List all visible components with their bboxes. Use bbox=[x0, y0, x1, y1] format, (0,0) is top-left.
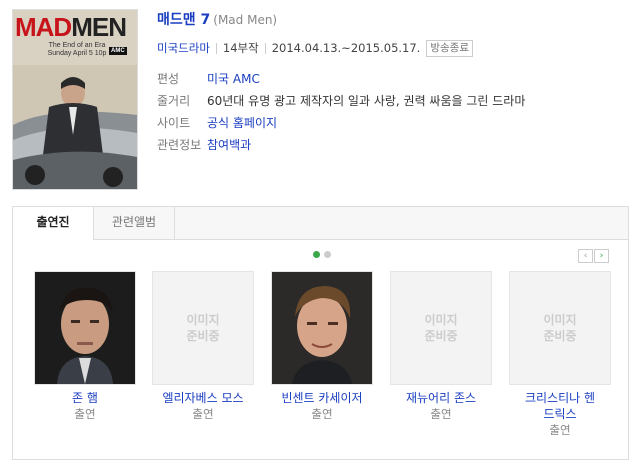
cast-photo[interactable] bbox=[34, 271, 136, 385]
cast-card[interactable]: 이미지 준비중 재뉴어리 존스 출연 bbox=[389, 271, 493, 422]
cast-name[interactable]: 크리스티나 헨드릭스 bbox=[520, 390, 600, 422]
tab-related-albums[interactable]: 관련앨범 bbox=[94, 207, 175, 239]
page-dot[interactable] bbox=[324, 251, 331, 258]
episode-count: 14부작 bbox=[222, 41, 259, 55]
prev-arrow-icon[interactable]: ‹ bbox=[578, 249, 593, 263]
info-row-site: 사이트 공식 홈페이지 bbox=[157, 113, 525, 135]
poster-tagline: The End of an Era Sunday April 5 10p bbox=[47, 42, 107, 57]
info-label: 관련정보 bbox=[157, 138, 202, 152]
related-info-link[interactable]: 참여백과 bbox=[207, 135, 251, 157]
poster-logo: MADMEN bbox=[15, 12, 127, 42]
placeholder-text: 이미지 준비중 bbox=[543, 313, 577, 343]
official-site-link[interactable]: 공식 홈페이지 bbox=[207, 113, 277, 135]
divider bbox=[215, 42, 217, 54]
cast-card[interactable]: 존 햄 출연 bbox=[33, 271, 137, 422]
info-row-related: 관련정보 참여백과 bbox=[157, 135, 525, 157]
info-label: 사이트 bbox=[157, 116, 191, 130]
placeholder-text: 이미지 준비중 bbox=[424, 313, 458, 343]
cast-name[interactable]: 빈센트 카세이저 bbox=[270, 390, 374, 406]
info-row-synopsis: 줄거리 60년대 유명 광고 제작자의 일과 사랑, 권력 싸움을 그린 드라마 bbox=[157, 91, 525, 113]
cast-role: 출연 bbox=[74, 407, 96, 421]
show-info: 편성 미국 AMC 줄거리 60년대 유명 광고 제작자의 일과 사랑, 권력 … bbox=[157, 69, 525, 157]
cast-name[interactable]: 존 햄 bbox=[33, 390, 137, 406]
genre-link[interactable]: 미국드라마 bbox=[157, 40, 210, 56]
cast-role: 출연 bbox=[549, 423, 571, 437]
cast-card[interactable]: 이미지 준비중 엘리자베스 모스 출연 bbox=[151, 271, 255, 422]
info-row-broadcaster: 편성 미국 AMC bbox=[157, 69, 525, 91]
cast-role: 출연 bbox=[430, 407, 452, 421]
status-badge: 방송종료 bbox=[426, 39, 473, 57]
cast-name[interactable]: 재뉴어리 존스 bbox=[389, 390, 493, 406]
cast-card[interactable]: 이미지 준비중 크리스티나 헨드릭스 출연 bbox=[508, 271, 612, 438]
cast-role: 출연 bbox=[192, 407, 214, 421]
info-label: 줄거리 bbox=[157, 94, 191, 108]
page-dot-active[interactable] bbox=[313, 251, 320, 258]
cast-card[interactable]: 빈센트 카세이저 출연 bbox=[270, 271, 374, 422]
synopsis-text: 60년대 유명 광고 제작자의 일과 사랑, 권력 싸움을 그린 드라마 bbox=[207, 94, 526, 108]
next-arrow-icon[interactable]: › bbox=[594, 249, 609, 263]
tab-cast[interactable]: 출연진 bbox=[13, 207, 94, 240]
broadcaster-link[interactable]: 미국 AMC bbox=[207, 69, 260, 91]
cast-name[interactable]: 엘리자베스 모스 bbox=[151, 390, 255, 406]
cast-panel: 출연진 관련앨범 ‹ › 존 햄 출연 이미지 준비중 엘리자베스 모스 출연 … bbox=[12, 206, 629, 460]
show-title-row: 매드맨 7 (Mad Men) bbox=[157, 9, 277, 29]
cast-photo-placeholder[interactable]: 이미지 준비중 bbox=[509, 271, 611, 385]
divider bbox=[264, 42, 266, 54]
cast-role: 출연 bbox=[311, 407, 333, 421]
poster-artwork bbox=[13, 65, 137, 189]
page-indicator bbox=[313, 251, 331, 258]
cast-photo-placeholder[interactable]: 이미지 준비중 bbox=[390, 271, 492, 385]
cast-photo[interactable] bbox=[271, 271, 373, 385]
placeholder-text: 이미지 준비중 bbox=[186, 313, 220, 343]
air-dates: 2014.04.13.~2015.05.17. bbox=[271, 41, 421, 55]
show-poster[interactable]: MADMEN The End of an Era Sunday April 5 … bbox=[12, 9, 138, 190]
show-meta: 미국드라마 14부작 2014.04.13.~2015.05.17. 방송종료 bbox=[157, 39, 473, 57]
show-original-title: (Mad Men) bbox=[213, 13, 278, 27]
info-label: 편성 bbox=[157, 72, 180, 86]
poster-network-badge: AMC bbox=[109, 47, 127, 55]
show-title[interactable]: 매드맨 7 bbox=[157, 12, 210, 28]
panel-tabs: 출연진 관련앨범 bbox=[13, 207, 628, 240]
cast-photo-placeholder[interactable]: 이미지 준비중 bbox=[152, 271, 254, 385]
pager-arrows: ‹ › bbox=[578, 249, 609, 263]
